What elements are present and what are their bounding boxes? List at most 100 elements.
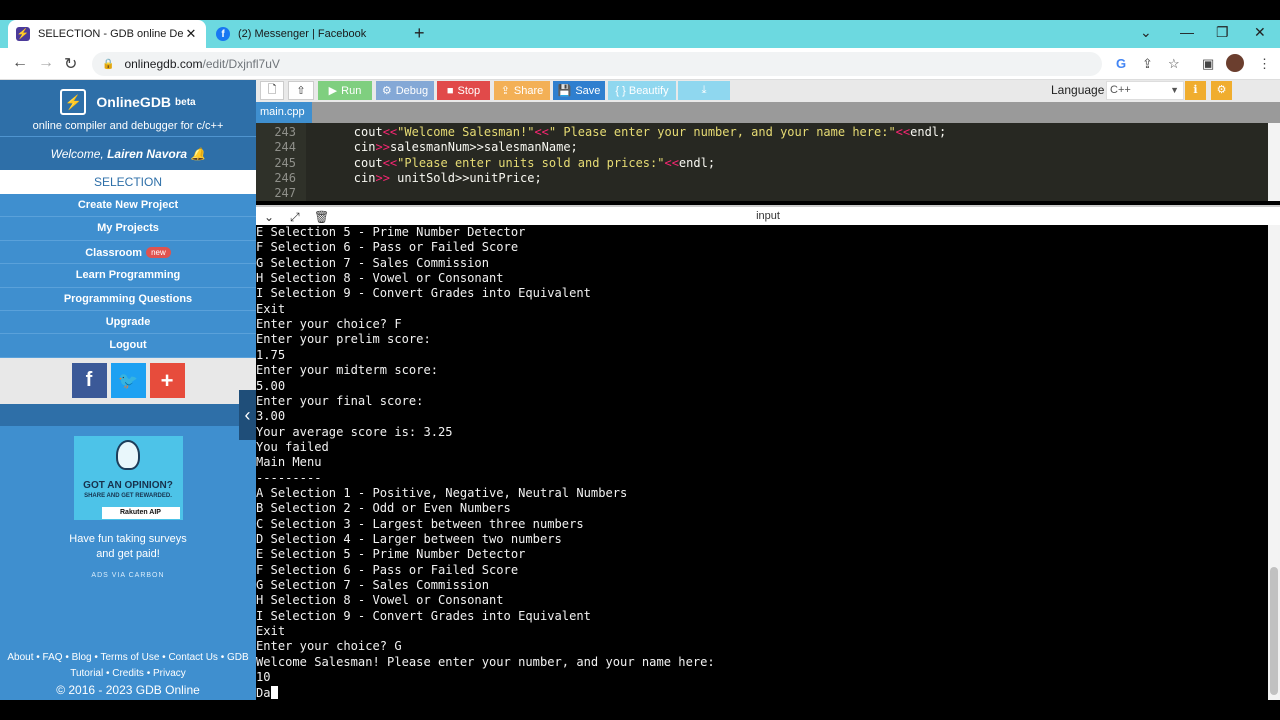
download-button[interactable]: ⤓ [678,81,730,100]
sidebar-item-classroom[interactable]: Classroom new [0,241,256,265]
console-line: G Selection 7 - Sales Commission [256,578,489,593]
brand-header[interactable]: ⚡ OnlineGDB beta online compiler and deb… [0,80,256,136]
footer-links-row[interactable]: About • FAQ • Blog • Terms of Use • Cont… [0,650,256,666]
footer-links[interactable]: About • FAQ • Blog • Terms of Use • Cont… [0,650,256,682]
tab-main-cpp[interactable]: main.cpp [256,102,312,123]
browser-tab-messenger[interactable]: f (2) Messenger | Facebook [208,20,408,48]
run-button[interactable]: ▶ Run [318,81,372,100]
console-line-text: F Selection 6 - Pass or Failed Score [256,562,519,577]
browser-tab-gdb[interactable]: ⚡ SELECTION - GDB online Debugger ✕ [8,20,206,48]
console-output[interactable]: E Selection 5 - Prime Number Detector F S… [256,225,1280,700]
new-file-icon[interactable]: 🗋 [260,81,284,100]
code-token: cin [353,170,376,185]
download-icon: ⤓ [701,84,707,96]
console-line-text: G Selection 7 - Sales Commission [256,578,489,593]
sidebar-item-create-new-project[interactable]: Create New Project [0,194,256,218]
bookmark-star-icon[interactable]: ☆ [1168,56,1180,72]
code-operator: << [382,125,398,139]
sidebar-item-my-projects[interactable]: My Projects [0,217,256,241]
console-line: F Selection 6 - Pass or Failed Score [256,563,518,578]
maximize-icon[interactable]: ❐ [1216,24,1229,41]
back-arrow-icon[interactable]: ← [12,54,28,72]
console-line: H Selection 8 - Vowel or Consonant [256,593,504,608]
language-label: Language [1051,83,1105,97]
code-operator: << [895,125,911,139]
console-scroll-thumb[interactable] [1270,567,1278,695]
ad-brand: Rakuten AIP [101,506,180,519]
upload-icon[interactable]: ⇧ [288,81,314,100]
close-window-icon[interactable]: ✕ [1254,24,1266,41]
console-line-text: Enter your final score: [256,393,424,408]
close-tab-icon[interactable]: ✕ [184,26,198,42]
stop-icon: ■ [446,84,454,97]
ads-via-carbon[interactable]: ADS VIA CARBON [0,572,256,579]
twitter-share-icon[interactable]: 🐦 [110,363,146,399]
console-line-text: Exit [256,301,286,316]
ad-headline: GOT AN OPINION? [83,479,173,491]
console-line: I Selection 9 - Convert Grades into Equi… [256,609,591,624]
settings-gear-icon[interactable]: ⚙ [1211,81,1232,100]
console-line-text: G Selection 7 - Sales Commission [256,255,489,270]
line-number: 245 [274,155,296,170]
new-tab-icon[interactable]: + [414,23,425,44]
stop-button[interactable]: ■ Stop [437,81,490,100]
language-select[interactable]: C++ ▼ [1106,81,1184,100]
code-line: 246 cin>> unitSold>>unitPrice; [256,170,541,186]
line-number: 246 [274,170,296,185]
console-line: D Selection 4 - Larger between two numbe… [256,532,562,547]
sidebar-item-logout[interactable]: Logout [0,334,256,358]
minimize-icon[interactable]: — [1180,24,1194,40]
console-line: 1.75 [256,348,285,363]
current-project-item[interactable]: SELECTION [0,170,256,194]
editor-scrollbar[interactable] [1268,123,1280,201]
info-icon[interactable]: ℹ [1185,81,1206,100]
console-line-text: C Selection 3 - Largest between three nu… [256,516,584,531]
console-line-text: Enter your midterm score: [256,363,439,378]
console-line: Enter your final score: [256,394,423,409]
console-line: Da [256,685,278,701]
ad-image[interactable]: GOT AN OPINION? SHARE AND GET REWARDED. … [73,435,183,520]
profile-avatar[interactable] [1226,54,1244,72]
console-line-text: Da [256,685,271,700]
google-icon[interactable]: G [1116,56,1126,71]
console-line: A Selection 1 - Positive, Negative, Neut… [256,486,627,501]
beautify-button[interactable]: { } Beautify [608,81,676,100]
share-button[interactable]: ⇪ Share [494,81,550,100]
facebook-share-icon[interactable]: f [71,363,107,399]
save-button[interactable]: 💾 Save [553,81,605,100]
code-string: " Please enter your number, and your nam… [548,125,896,139]
side-panel-icon[interactable]: ▣ [1202,56,1214,72]
chevron-down-icon: ▼ [1170,85,1179,95]
code-token: cin [353,140,376,155]
share-label: Share [513,84,544,97]
url-field[interactable]: 🔒 onlinegdb.com/edit/Dxjnfl7uV [92,52,1102,76]
console-line: Enter your midterm score: [256,363,438,378]
ad-text[interactable]: Have fun taking surveys and get paid! [0,532,256,562]
beta-label: beta [175,96,196,108]
sidebar-item-learn-programming[interactable]: Learn Programming [0,264,256,288]
console-line-text: I Selection 9 - Convert Grades into Equi… [256,608,591,623]
code-line: 244 cin>>salesmanNum>>salesmanName; [256,140,577,155]
carbon-ad[interactable]: GOT AN OPINION? SHARE AND GET REWARDED. … [0,426,256,579]
code-editor[interactable]: 243 cout<<"Welcome Salesman!"<<" Please … [256,123,1280,201]
console-scrollbar[interactable] [1268,225,1280,700]
sidebar-divider [0,403,256,426]
save-label: Save [575,84,601,97]
footer-links-row[interactable]: Tutorial • Credits • Privacy [0,666,256,682]
sidebar-item-upgrade[interactable]: Upgrade [0,311,256,335]
collapse-sidebar-chevron-icon[interactable]: ‹ [239,390,256,440]
debug-button[interactable]: ⚙ Debug [376,81,434,100]
tab-search-chevron-icon[interactable]: ⌄ [1140,24,1152,41]
reload-icon[interactable]: ↻ [64,54,77,74]
more-share-icon[interactable]: + [149,363,185,399]
share-page-icon[interactable]: ⇪ [1142,56,1153,72]
console-line-text: E Selection 5 - Prime Number Detector [256,547,526,562]
welcome-message: Welcome, Lairen Navora 🔔 [0,136,256,170]
forward-arrow-icon[interactable]: → [38,54,54,72]
bell-icon[interactable]: 🔔 [190,147,205,161]
sidebar-item-programming-questions[interactable]: Programming Questions [0,288,256,311]
lightbulb-icon [115,439,140,470]
io-panel-header: ⌄ ⤢ 🗑 input [256,205,1280,225]
menu-kebab-icon[interactable]: ⋮ [1258,56,1271,72]
